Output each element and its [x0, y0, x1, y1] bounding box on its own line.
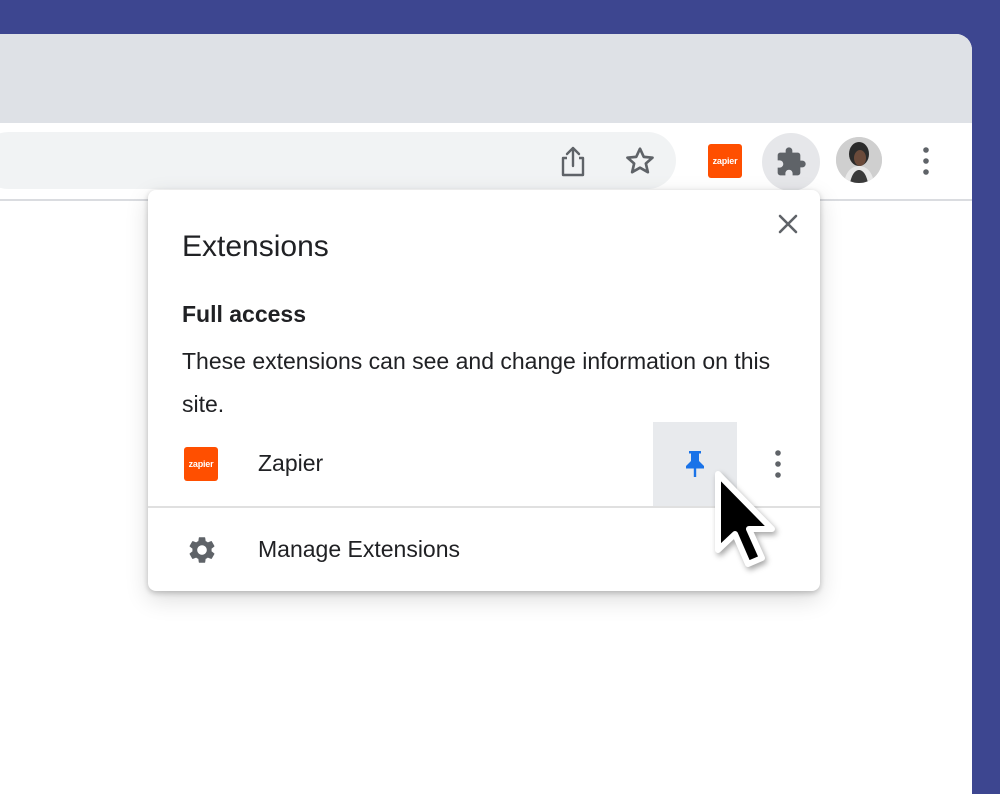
extensions-button[interactable]	[762, 133, 820, 191]
star-icon[interactable]	[622, 143, 658, 179]
tab-strip	[0, 34, 972, 123]
zapier-extension-icon[interactable]: zapier	[708, 144, 742, 178]
puzzle-icon	[777, 147, 806, 176]
more-vert-icon[interactable]	[912, 143, 940, 179]
share-icon[interactable]	[556, 143, 590, 179]
section-heading: Full access	[182, 301, 307, 327]
section-description: These extensions can see and change info…	[182, 348, 771, 417]
avatar[interactable]	[836, 137, 882, 183]
zapier-badge-text: zapier	[712, 156, 738, 166]
popup-title: Extensions	[182, 230, 329, 263]
manage-extensions-label: Manage Extensions	[258, 536, 461, 562]
extension-name: Zapier	[258, 450, 324, 476]
zapier-logo-text: zapier	[188, 459, 214, 469]
zapier-logo-icon: zapier	[184, 447, 218, 481]
mouse-cursor-icon	[715, 471, 775, 567]
pin-icon	[686, 451, 704, 477]
gear-icon	[189, 537, 215, 563]
close-icon[interactable]	[772, 208, 804, 240]
